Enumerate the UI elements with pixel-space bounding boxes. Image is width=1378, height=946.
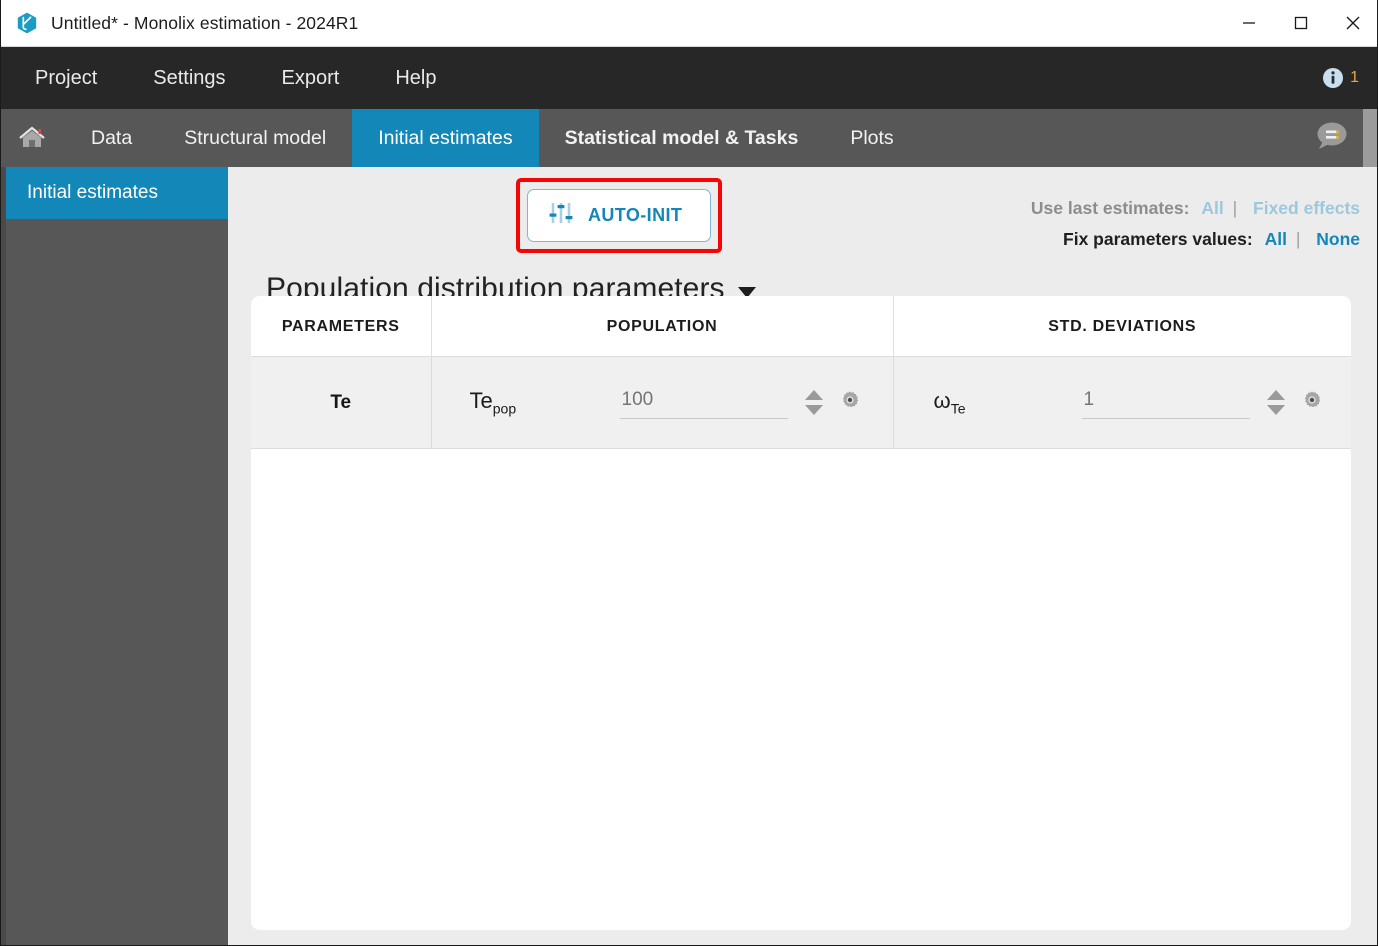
chat-bubble-icon[interactable] xyxy=(1313,119,1351,158)
population-value-input[interactable] xyxy=(619,386,788,419)
std-deviation-gear-icon[interactable] xyxy=(1301,389,1323,416)
info-notification[interactable]: 1 xyxy=(1321,66,1359,90)
caret-up-icon[interactable] xyxy=(1266,390,1285,400)
cell-parameter-name: Te xyxy=(251,356,432,449)
info-icon xyxy=(1323,68,1344,88)
info-count: 1 xyxy=(1350,69,1359,86)
population-parameters-table: PARAMETERS POPULATION STD. DEVIATIONS Te… xyxy=(251,296,1351,449)
caret-up-icon[interactable] xyxy=(804,390,823,400)
sidebar-item-label: Initial estimates xyxy=(27,182,158,203)
cell-std-deviation: ωTe xyxy=(893,356,1352,449)
menu-item-help[interactable]: Help xyxy=(373,47,458,109)
table-row: Te Tepop 100 ωTe 1 xyxy=(251,356,1352,449)
menu-bar: Project Settings Export Help 1 xyxy=(1,47,1377,109)
monolix-logo-icon xyxy=(15,11,39,35)
window-controls xyxy=(1223,0,1377,47)
tab-bar-scrollbar[interactable] xyxy=(1363,109,1377,167)
auto-init-highlight: AUTO-INIT xyxy=(516,178,723,253)
column-header-std-deviations: STD. DEVIATIONS xyxy=(893,296,1351,357)
menu-item-settings[interactable]: Settings xyxy=(131,47,247,109)
use-last-estimates-row: Use last estimates: All | Fixed effects xyxy=(1031,193,1360,224)
std-deviation-input-wrap xyxy=(1081,386,1250,419)
close-button[interactable] xyxy=(1327,0,1377,47)
std-deviation-value-input[interactable] xyxy=(1081,386,1250,419)
std-deviation-spinner xyxy=(1266,390,1285,415)
tab-initial-estimates[interactable]: Initial estimates xyxy=(352,109,539,167)
sliders-icon xyxy=(548,201,574,230)
tab-data[interactable]: Data xyxy=(65,109,158,167)
title-bar: Untitled* - Monolix estimation - 2024R1 xyxy=(1,0,1377,47)
menu-bar-right: 1 xyxy=(1321,66,1377,90)
use-last-estimates-label: Use last estimates: xyxy=(1030,198,1190,218)
toolbar-row: AUTO-INIT Use last estimates: All | Fixe… xyxy=(228,167,1377,275)
std-deviation-symbol: ωTe xyxy=(933,388,966,417)
sidebar-item-initial-estimates[interactable]: Initial estimates xyxy=(1,167,228,219)
menu-item-project[interactable]: Project xyxy=(13,47,119,109)
population-input-wrap xyxy=(619,386,788,419)
population-spinner xyxy=(804,390,823,415)
population-field-group: Tepop xyxy=(432,386,893,419)
fix-parameters-values-separator: | xyxy=(1295,229,1301,249)
tab-structural-model[interactable]: Structural model xyxy=(158,109,352,167)
minimize-icon xyxy=(1243,22,1255,24)
close-icon xyxy=(1346,16,1360,30)
auto-init-label: AUTO-INIT xyxy=(588,205,683,225)
sidebar-scrollbar[interactable] xyxy=(1,167,6,945)
minimize-button[interactable] xyxy=(1223,0,1275,47)
main-content: AUTO-INIT Use last estimates: All | Fixe… xyxy=(228,167,1377,945)
population-parameters-card: PARAMETERS POPULATION STD. DEVIATIONS Te… xyxy=(251,296,1351,930)
caret-down-icon[interactable] xyxy=(1266,405,1285,415)
use-last-estimates-separator: | xyxy=(1232,198,1238,218)
maximize-button[interactable] xyxy=(1275,0,1327,47)
column-header-parameters: PARAMETERS xyxy=(251,296,432,357)
monolix-window: Untitled* - Monolix estimation - 2024R1 xyxy=(0,0,1378,946)
home-icon xyxy=(19,126,45,147)
fix-parameters-values-none[interactable]: None xyxy=(1316,229,1360,249)
sidebar: Initial estimates xyxy=(1,167,228,945)
tab-statistical-model-tasks[interactable]: Statistical model & Tasks xyxy=(539,109,825,167)
tab-bar: Data Structural model Initial estimates … xyxy=(1,109,1377,167)
fix-parameters-values-row: Fix parameters values: All | None xyxy=(1031,224,1360,255)
estimates-links: Use last estimates: All | Fixed effects … xyxy=(1031,193,1360,255)
cell-population: Tepop xyxy=(431,356,894,449)
menu-item-export[interactable]: Export xyxy=(260,47,362,109)
population-symbol: Tepop xyxy=(469,388,517,417)
column-header-population: POPULATION xyxy=(431,296,894,357)
fix-parameters-values-label: Fix parameters values: xyxy=(1063,229,1253,249)
table-header-row: PARAMETERS POPULATION STD. DEVIATIONS xyxy=(251,296,1351,357)
use-last-estimates-all[interactable]: All xyxy=(1201,198,1223,218)
population-gear-icon[interactable] xyxy=(839,389,861,416)
use-last-estimates-fixed-effects[interactable]: Fixed effects xyxy=(1253,198,1360,218)
tab-plots[interactable]: Plots xyxy=(824,109,919,167)
caret-down-icon[interactable] xyxy=(804,405,823,415)
std-deviation-field-group: ωTe xyxy=(894,386,1352,419)
window-title: Untitled* - Monolix estimation - 2024R1 xyxy=(51,12,359,33)
tab-home[interactable] xyxy=(1,109,65,167)
fix-parameters-values-all[interactable]: All xyxy=(1265,229,1287,249)
maximize-icon xyxy=(1294,16,1308,30)
auto-init-button[interactable]: AUTO-INIT xyxy=(527,189,712,242)
